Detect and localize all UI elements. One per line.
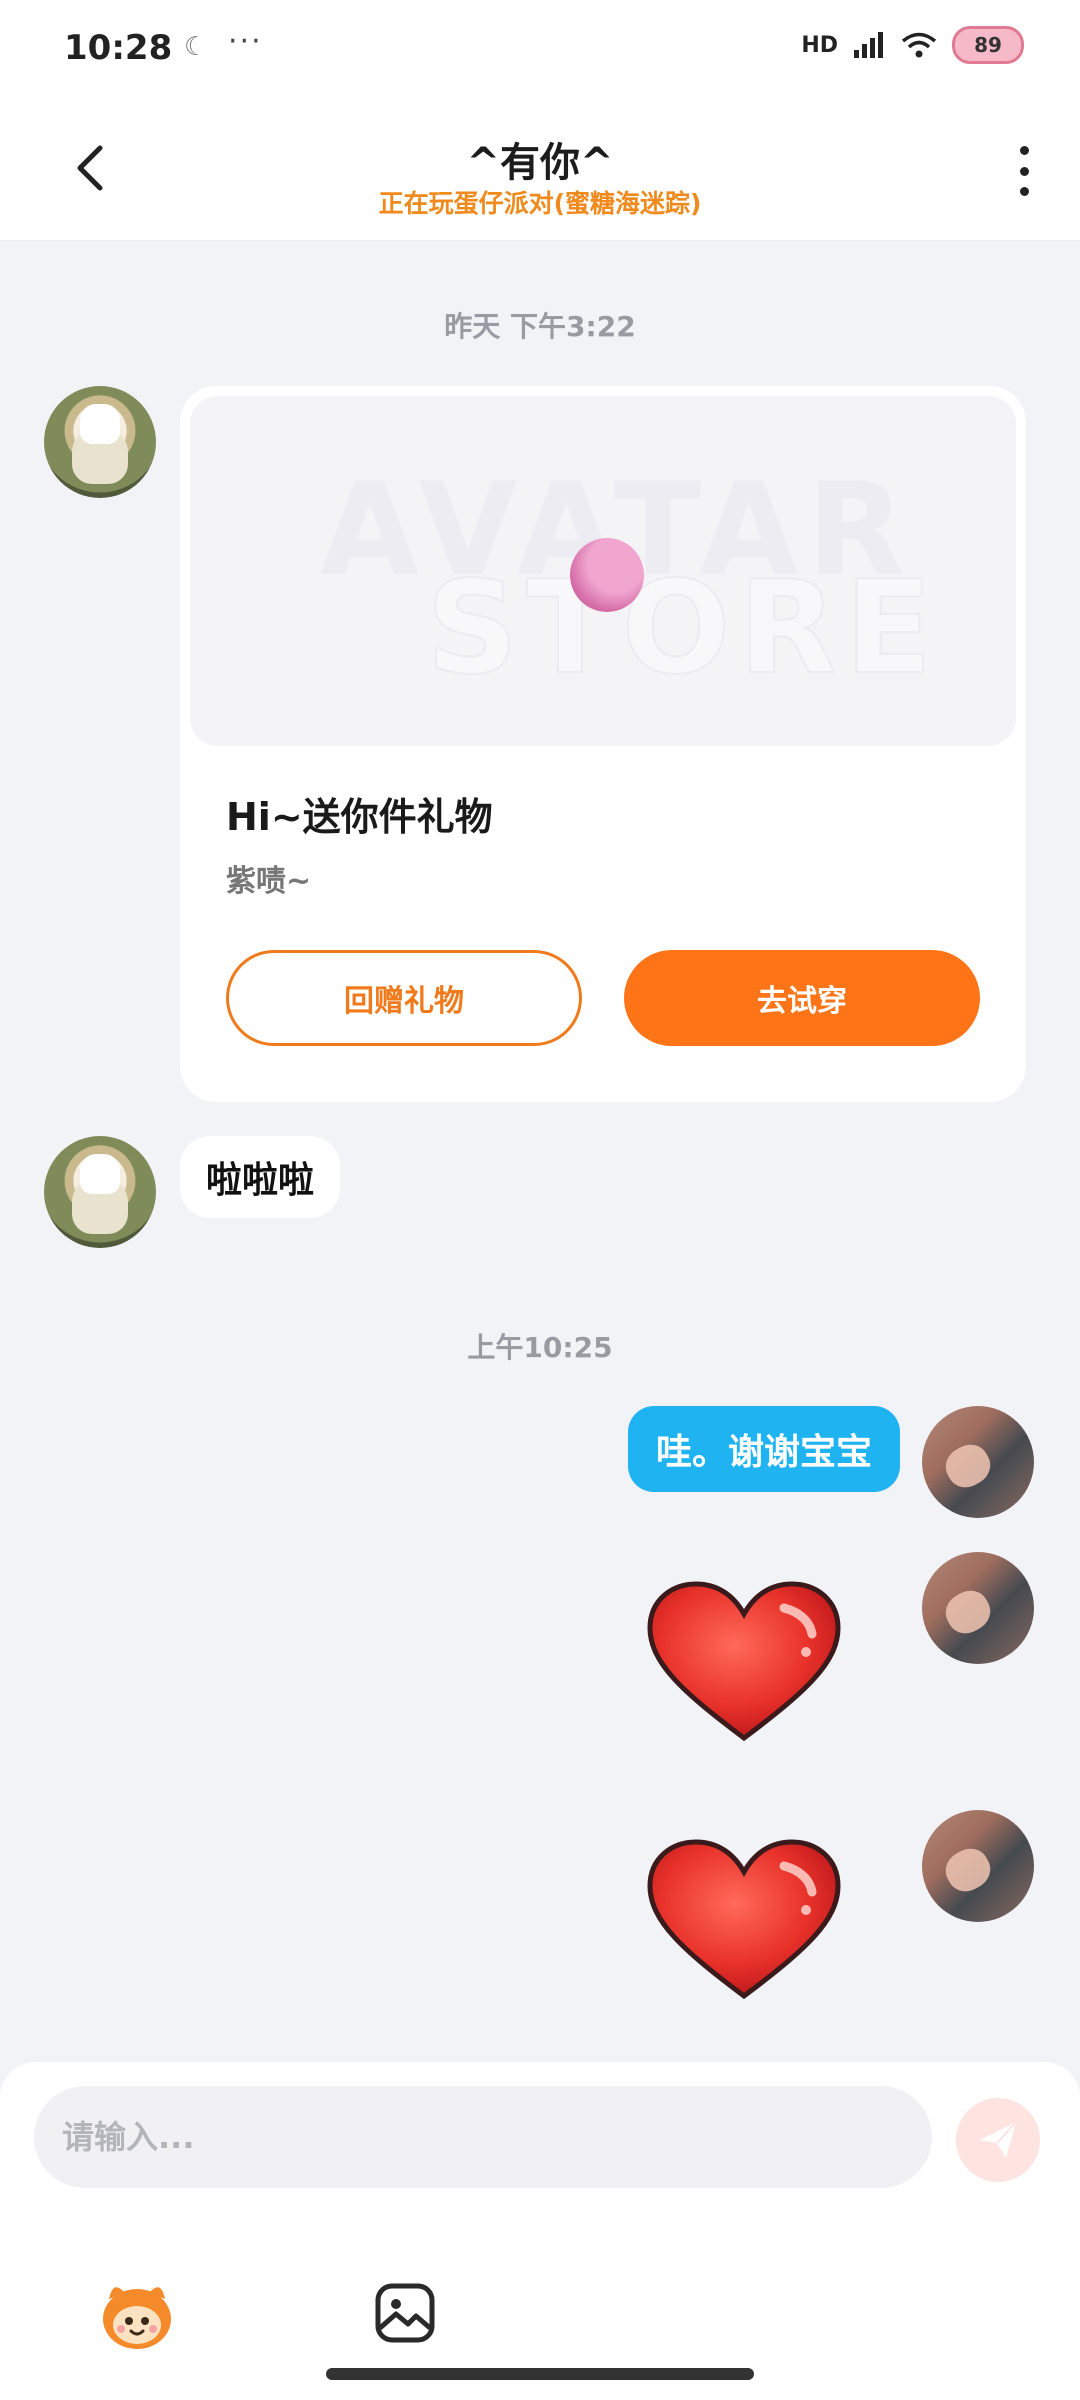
gift-title: Hi~送你件礼物 [226,795,493,839]
avatar[interactable] [922,1406,1034,1518]
status-bar: 10:28 ☾ ··· HD 89 [0,0,1080,100]
more-dot [1019,187,1029,196]
paper-plane-icon [980,2121,1017,2158]
wifi-icon [901,32,937,58]
signal-icon [854,32,883,58]
battery-level: 89 [974,33,1002,57]
battery-indicator: 89 [952,26,1024,64]
more-dot [1019,166,1029,176]
gift-description: 紫啧~ [226,864,312,899]
gift-image: AVATAR STORE [190,396,1016,746]
more-options-button[interactable] [1012,146,1036,196]
image-gallery-icon [375,2283,435,2343]
heart-sticker-icon[interactable] [644,1578,844,1748]
message-bubble-incoming[interactable]: 啦啦啦 [180,1136,341,1218]
try-on-button[interactable]: 去试穿 [624,950,980,1046]
send-button[interactable] [956,2098,1040,2182]
game-mascot-button[interactable] [92,2268,182,2358]
timestamp: 昨天 下午3:22 [444,310,636,343]
image-picker-button[interactable] [360,2268,450,2358]
home-indicator[interactable] [326,2368,754,2380]
status-icons: HD 89 [801,26,1024,64]
notification-more-icon: ··· [228,24,263,59]
chat-title: ^有你^ [466,140,614,186]
heart-sticker-icon[interactable] [644,1836,844,2006]
gift-card[interactable]: AVATAR STORE Hi~送你件礼物 紫啧~ 回赠礼物 去试穿 [180,386,1026,1102]
input-panel [0,2062,1080,2400]
hd-label: HD [801,32,838,58]
avatar[interactable] [44,386,156,498]
more-vertical-icon [1019,146,1029,155]
timestamp: 上午10:25 [467,1331,613,1364]
return-gift-button[interactable]: 回赠礼物 [226,950,582,1046]
message-bubble-outgoing[interactable]: 哇。谢谢宝宝 [627,1406,900,1492]
eggy-mascot-icon [103,2287,171,2349]
avatar[interactable] [922,1810,1034,1922]
avatar[interactable] [44,1136,156,1248]
status-time: 10:28 [64,28,173,68]
avatar[interactable] [922,1552,1034,1664]
chat-header: ^有你^ 正在玩蛋仔派对(蜜糖海迷踪) [0,100,1080,241]
watermark-store: STORE [425,553,941,704]
message-input[interactable] [34,2086,932,2188]
chat-subtitle: 正在玩蛋仔派对(蜜糖海迷踪) [378,189,702,218]
gift-item-preview [570,538,644,612]
moon-icon: ☾ [184,32,208,62]
